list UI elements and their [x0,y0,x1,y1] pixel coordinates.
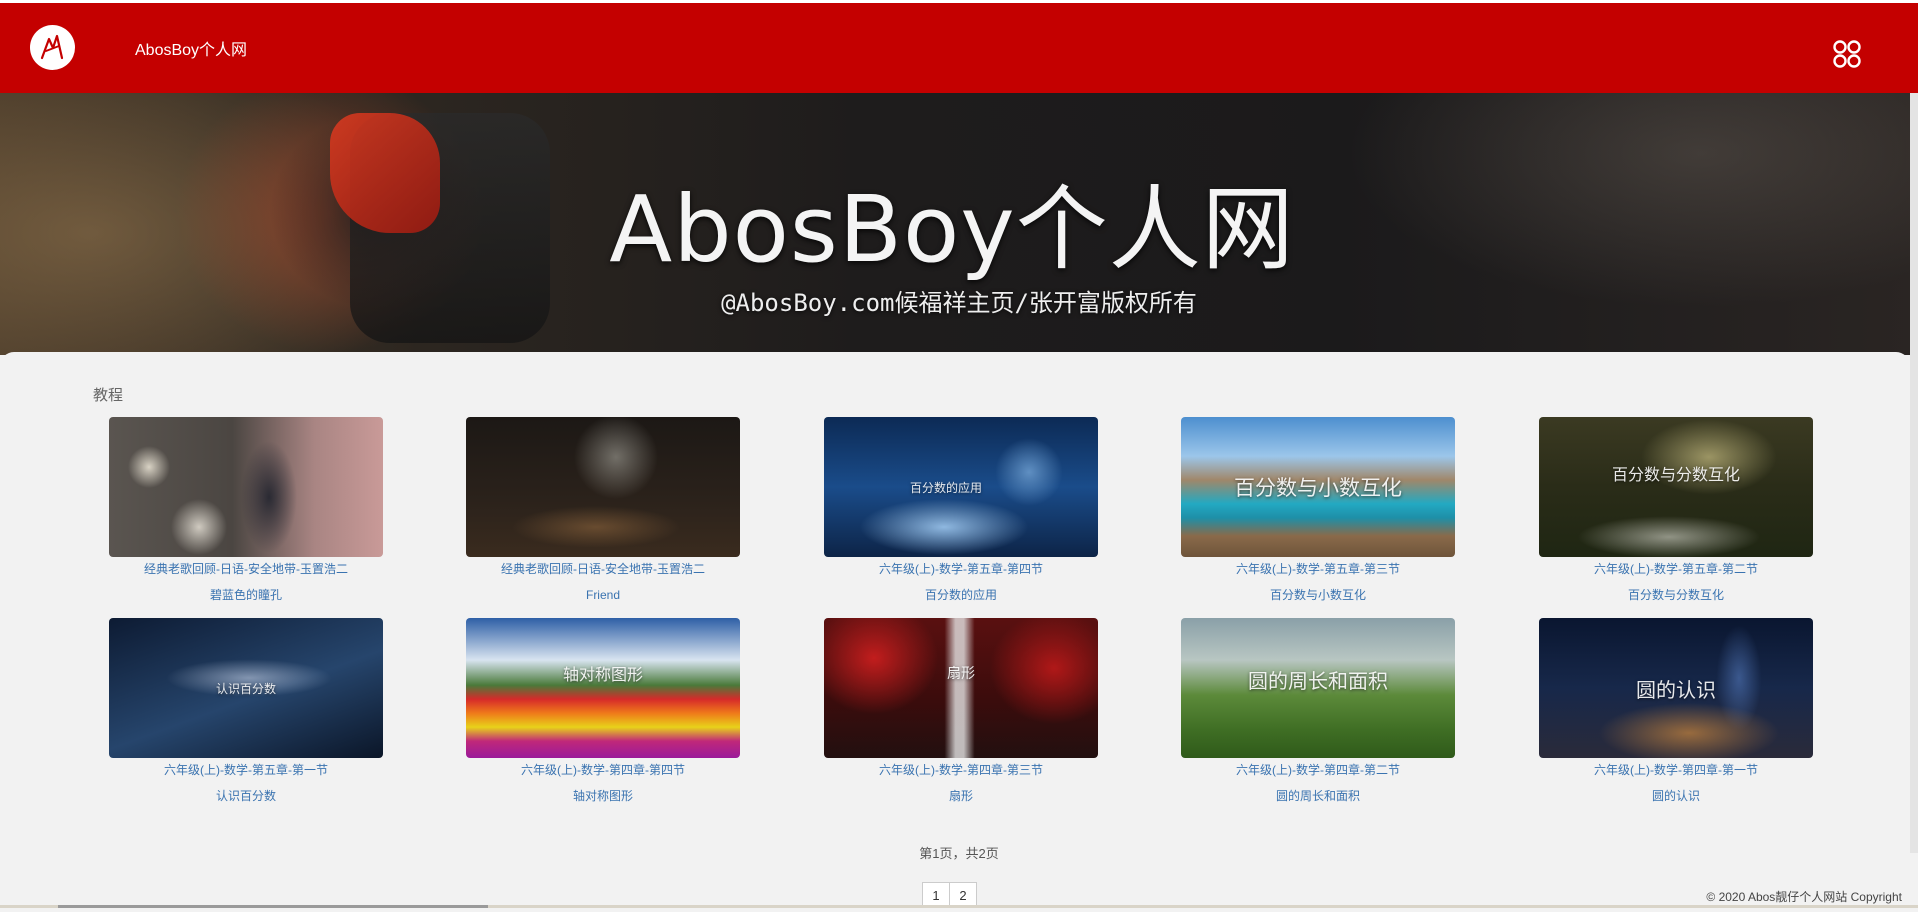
tutorial-category-link[interactable]: 六年级(上)-数学-第四章-第三节 [824,760,1098,780]
page-scrollbar[interactable] [1910,93,1918,853]
tutorial-title-link[interactable]: 百分数的应用 [824,587,1098,603]
tutorial-card[interactable]: 百分数与分数互化 六年级(上)-数学-第五章-第二节 百分数与分数互化 [1539,417,1813,603]
thumbnail-caption: 圆的周长和面积 [1248,668,1388,693]
tutorial-thumbnail[interactable]: 轴对称图形 [466,618,740,758]
tutorial-title-link[interactable]: 圆的认识 [1539,788,1813,804]
tutorial-thumbnail[interactable]: 百分数与分数互化 [1539,417,1813,557]
tutorial-title-link[interactable]: 认识百分数 [109,788,383,804]
thumbnail-caption: 认识百分数 [215,681,276,696]
tutorial-thumbnail[interactable]: 扇形 [824,618,1098,758]
tutorial-category-link[interactable]: 经典老歌回顾-日语-安全地带-玉置浩二 [109,559,383,579]
section-title: 教程 [93,387,124,404]
tutorial-card[interactable]: 圆的认识 六年级(上)-数学-第四章-第一节 圆的认识 [1539,618,1813,804]
thumbnail-caption: 百分数与分数互化 [1611,465,1740,484]
tutorial-thumbnail[interactable]: 百分数与小数互化 [1181,417,1455,557]
site-name[interactable]: AbosBoy个人网 [135,36,247,60]
tutorial-category-link[interactable]: 六年级(上)-数学-第五章-第三节 [1181,559,1455,579]
tutorial-category-link[interactable]: 六年级(上)-数学-第五章-第四节 [824,559,1098,579]
tutorial-title-link[interactable]: 轴对称图形 [466,788,740,804]
thumbnail-caption: 扇形 [947,666,975,682]
footer-copyright: © 2020 Abos靓仔个人网站 Copyright [1706,890,1902,904]
banner-title-text: AbosBoy个人网 [609,176,1295,283]
tutorial-card[interactable]: 百分数的应用 六年级(上)-数学-第五章-第四节 百分数的应用 [824,417,1098,603]
tutorial-title-link[interactable]: 百分数与分数互化 [1539,587,1813,603]
tutorial-title-link[interactable]: 碧蓝色的瞳孔 [109,587,383,603]
tutorial-category-link[interactable]: 六年级(上)-数学-第五章-第一节 [109,760,383,780]
abosboy-logo-icon[interactable] [30,25,75,70]
tutorial-card[interactable]: 认识百分数 六年级(上)-数学-第五章-第一节 认识百分数 [109,618,383,804]
tutorial-thumbnail[interactable]: 认识百分数 [109,618,383,758]
tutorial-category-link[interactable]: 经典老歌回顾-日语-安全地带-玉置浩二 [466,559,740,579]
pagination-summary: 第1页，共2页 [919,846,999,861]
tutorial-title-link[interactable]: 圆的周长和面积 [1181,788,1455,804]
tutorial-title-link[interactable]: 扇形 [824,788,1098,804]
tutorial-card[interactable]: 经典老歌回顾-日语-安全地带-玉置浩二 Friend [466,417,740,603]
hero-banner: AbosBoy个人网 @AbosBoy.com候福祥主页/张开富版权所有 [0,93,1918,355]
tutorial-card[interactable]: 经典老歌回顾-日语-安全地带-玉置浩二 碧蓝色的瞳孔 [109,417,383,603]
tutorial-category-link[interactable]: 六年级(上)-数学-第五章-第二节 [1539,559,1813,579]
grid-menu-icon[interactable] [1832,39,1862,69]
tutorial-card[interactable]: 百分数与小数互化 六年级(上)-数学-第五章-第三节 百分数与小数互化 [1181,417,1455,603]
tutorial-category-link[interactable]: 六年级(上)-数学-第四章-第四节 [466,760,740,780]
thumbnail-caption: 圆的认识 [1636,677,1716,702]
tutorial-thumbnail[interactable] [466,417,740,557]
site-header: AbosBoy个人网 [0,3,1918,93]
tutorial-card[interactable]: 圆的周长和面积 六年级(上)-数学-第四章-第二节 圆的周长和面积 [1181,618,1455,804]
tutorial-category-link[interactable]: 六年级(上)-数学-第四章-第二节 [1181,760,1455,780]
tutorial-thumbnail[interactable]: 圆的周长和面积 [1181,618,1455,758]
banner-title: AbosBoy个人网 [0,155,1918,288]
thumbnail-caption: 百分数与小数互化 [1234,476,1402,500]
tutorial-thumbnail[interactable]: 百分数的应用 [824,417,1098,557]
tutorial-title-link[interactable]: Friend [466,587,740,603]
tutorial-card[interactable]: 轴对称图形 六年级(上)-数学-第四章-第四节 轴对称图形 [466,618,740,804]
tutorial-thumbnail[interactable]: 圆的认识 [1539,618,1813,758]
thumbnail-caption: 百分数的应用 [909,480,982,495]
thumbnail-caption: 轴对称图形 [562,665,643,684]
banner-subtitle: @AbosBoy.com候福祥主页/张开富版权所有 [721,289,1197,317]
tutorial-thumbnail[interactable] [109,417,383,557]
tutorial-category-link[interactable]: 六年级(上)-数学-第四章-第一节 [1539,760,1813,780]
tutorial-card[interactable]: 扇形 六年级(上)-数学-第四章-第三节 扇形 [824,618,1098,804]
tutorial-title-link[interactable]: 百分数与小数互化 [1181,587,1455,603]
